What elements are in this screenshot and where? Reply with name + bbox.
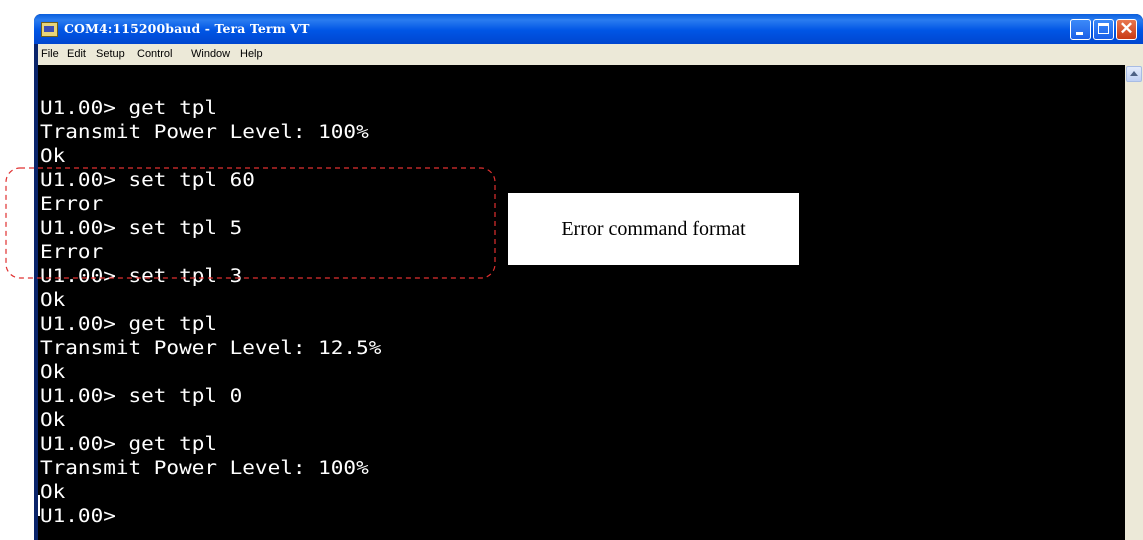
annotation-callout: Error command format bbox=[508, 193, 799, 265]
dashed-highlight-rect bbox=[5, 167, 496, 279]
error-highlight-outline bbox=[5, 167, 496, 279]
annotation-label: Error command format bbox=[561, 217, 746, 240]
